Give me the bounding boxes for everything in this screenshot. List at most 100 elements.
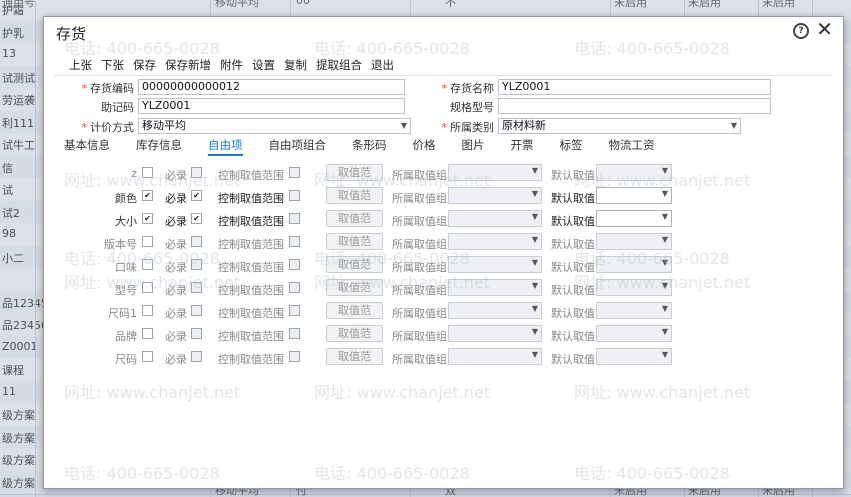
required-checkbox[interactable]: ✔: [191, 213, 202, 224]
enable-checkbox[interactable]: [142, 282, 153, 293]
chevron-down-icon: ▼: [531, 166, 538, 175]
chevron-down-icon: ▼: [661, 166, 668, 175]
save-and-new-button[interactable]: 保存新增: [165, 57, 211, 73]
tab-bar: 基本信息 库存信息 自由项 自由项组合 条形码 价格 图片 开票 标签 物流工资: [64, 137, 681, 156]
default-value-select[interactable]: ▼: [596, 279, 672, 296]
control-range-checkbox[interactable]: [289, 305, 300, 316]
value-group-select[interactable]: ▼: [448, 279, 542, 296]
value-group-label: 所属取值组: [392, 330, 447, 343]
tab-logistics[interactable]: 物流工资: [609, 137, 655, 153]
default-value-select[interactable]: ▼: [596, 164, 672, 181]
control-range-checkbox[interactable]: [289, 213, 300, 224]
free-item-row: 颜色 ✔ 必录 ✔ 控制取值范围 取值范 所属取值组 ▼ 默认取值 ▼: [44, 187, 843, 209]
default-value-select[interactable]: ▼: [596, 325, 672, 342]
value-group-select[interactable]: ▼: [448, 256, 542, 273]
required-label: 必录: [165, 284, 187, 297]
required-checkbox[interactable]: [191, 328, 202, 339]
control-range-label: 控制取值范围: [218, 215, 284, 228]
value-group-select[interactable]: ▼: [448, 164, 542, 181]
control-range-checkbox[interactable]: [289, 167, 300, 178]
value-group-select[interactable]: ▼: [448, 302, 542, 319]
value-range-button[interactable]: 取值范: [326, 279, 383, 296]
chevron-down-icon: ▼: [661, 281, 668, 290]
code-input[interactable]: 00000000000012: [138, 79, 405, 95]
value-range-button[interactable]: 取值范: [326, 348, 383, 365]
exit-button[interactable]: 退出: [371, 57, 394, 73]
tab-basic-info[interactable]: 基本信息: [64, 137, 110, 153]
mnemonic-input[interactable]: YLZ0001: [138, 98, 405, 114]
default-value-select[interactable]: ▼: [596, 348, 672, 365]
required-label: 必录: [165, 215, 187, 228]
next-button[interactable]: 下张: [101, 57, 124, 73]
default-value-select[interactable]: ▼: [596, 233, 672, 250]
enable-checkbox[interactable]: [142, 259, 153, 270]
default-value-select[interactable]: ▼: [596, 256, 672, 273]
settings-button[interactable]: 设置: [252, 57, 275, 73]
mnemonic-label: 助记码: [101, 101, 134, 114]
enable-checkbox[interactable]: [142, 351, 153, 362]
control-range-checkbox[interactable]: [289, 259, 300, 270]
enable-checkbox[interactable]: [142, 167, 153, 178]
spec-input[interactable]: [498, 98, 771, 114]
enable-checkbox[interactable]: [142, 328, 153, 339]
value-range-button[interactable]: 取值范: [326, 233, 383, 250]
value-range-button[interactable]: 取值范: [326, 256, 383, 273]
costing-select[interactable]: 移动平均 ▼: [138, 118, 411, 134]
required-label: 必录: [165, 169, 187, 182]
required-checkbox[interactable]: [191, 167, 202, 178]
value-range-button[interactable]: 取值范: [326, 164, 383, 181]
tab-label[interactable]: 标签: [560, 137, 583, 153]
enable-checkbox[interactable]: [142, 305, 153, 316]
extract-combo-button[interactable]: 提取组合: [316, 57, 362, 73]
default-value-select[interactable]: ▼: [596, 210, 672, 227]
prev-button[interactable]: 上张: [69, 57, 92, 73]
value-range-button[interactable]: 取值范: [326, 210, 383, 227]
required-checkbox[interactable]: ✔: [191, 190, 202, 201]
tab-barcode[interactable]: 条形码: [352, 137, 387, 153]
required-checkbox[interactable]: [191, 282, 202, 293]
value-group-select[interactable]: ▼: [448, 187, 542, 204]
tab-free-items[interactable]: 自由项: [208, 137, 243, 156]
watermark-phone: 电话: 400-665-0028: [574, 464, 730, 483]
attachment-button[interactable]: 附件: [220, 57, 243, 73]
value-range-button[interactable]: 取值范: [326, 325, 383, 342]
control-range-checkbox[interactable]: [289, 328, 300, 339]
control-range-label: 控制取值范围: [218, 192, 284, 205]
close-icon[interactable]: ✕: [816, 19, 833, 39]
enable-checkbox[interactable]: [142, 236, 153, 247]
help-icon[interactable]: ?: [793, 23, 809, 39]
default-value-select[interactable]: ▼: [596, 187, 672, 204]
control-range-label: 控制取值范围: [218, 330, 284, 343]
copy-button[interactable]: 复制: [284, 57, 307, 73]
tab-free-item-combo[interactable]: 自由项组合: [269, 137, 327, 153]
required-checkbox[interactable]: [191, 259, 202, 270]
value-group-select[interactable]: ▼: [448, 348, 542, 365]
tab-image[interactable]: 图片: [462, 137, 485, 153]
value-range-button[interactable]: 取值范: [326, 187, 383, 204]
value-group-select[interactable]: ▼: [448, 210, 542, 227]
required-checkbox[interactable]: [191, 236, 202, 247]
value-group-select[interactable]: ▼: [448, 325, 542, 342]
code-label: * 存货编码: [81, 82, 135, 95]
control-range-checkbox[interactable]: [289, 236, 300, 247]
required-checkbox[interactable]: [191, 305, 202, 316]
watermark-url: 网址: www.chanjet.net: [64, 383, 241, 402]
default-value-select[interactable]: ▼: [596, 302, 672, 319]
tab-price[interactable]: 价格: [413, 137, 436, 153]
enable-checkbox[interactable]: ✔: [142, 213, 153, 224]
tab-invoice[interactable]: 开票: [511, 137, 534, 153]
save-button[interactable]: 保存: [133, 57, 156, 73]
value-group-select[interactable]: ▼: [448, 233, 542, 250]
control-range-checkbox[interactable]: [289, 282, 300, 293]
name-input[interactable]: YLZ0001: [498, 79, 771, 95]
control-range-checkbox[interactable]: [289, 351, 300, 362]
watermark-phone: 电话: 400-665-0028: [64, 464, 220, 483]
control-range-label: 控制取值范围: [218, 307, 284, 320]
value-range-button[interactable]: 取值范: [326, 302, 383, 319]
control-range-checkbox[interactable]: [289, 190, 300, 201]
category-select[interactable]: 原材料新 ▼: [498, 118, 741, 134]
enable-checkbox[interactable]: ✔: [142, 190, 153, 201]
tab-stock-info[interactable]: 库存信息: [136, 137, 182, 153]
free-item-name: 大小: [115, 215, 137, 228]
required-checkbox[interactable]: [191, 351, 202, 362]
